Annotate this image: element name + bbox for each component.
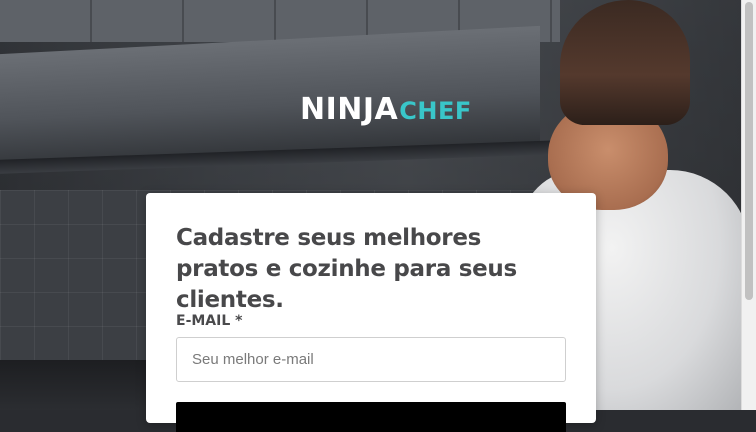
ninjachef-logo: NINJA CHEF [300,92,472,132]
submit-button[interactable] [176,402,566,432]
email-label: E-MAIL * [176,313,243,329]
signup-card: Cadastre seus melhores pratos e cozinhe … [146,193,596,432]
page-scrollbar[interactable] [741,0,756,410]
logo-ninja-text: NINJA [300,92,399,127]
signup-heading: Cadastre seus melhores pratos e cozinhe … [176,225,517,313]
logo-chef-text: CHEF [399,97,472,125]
scrollbar-thumb[interactable] [745,2,753,300]
email-input[interactable] [176,337,566,382]
chef-hat [560,0,690,125]
